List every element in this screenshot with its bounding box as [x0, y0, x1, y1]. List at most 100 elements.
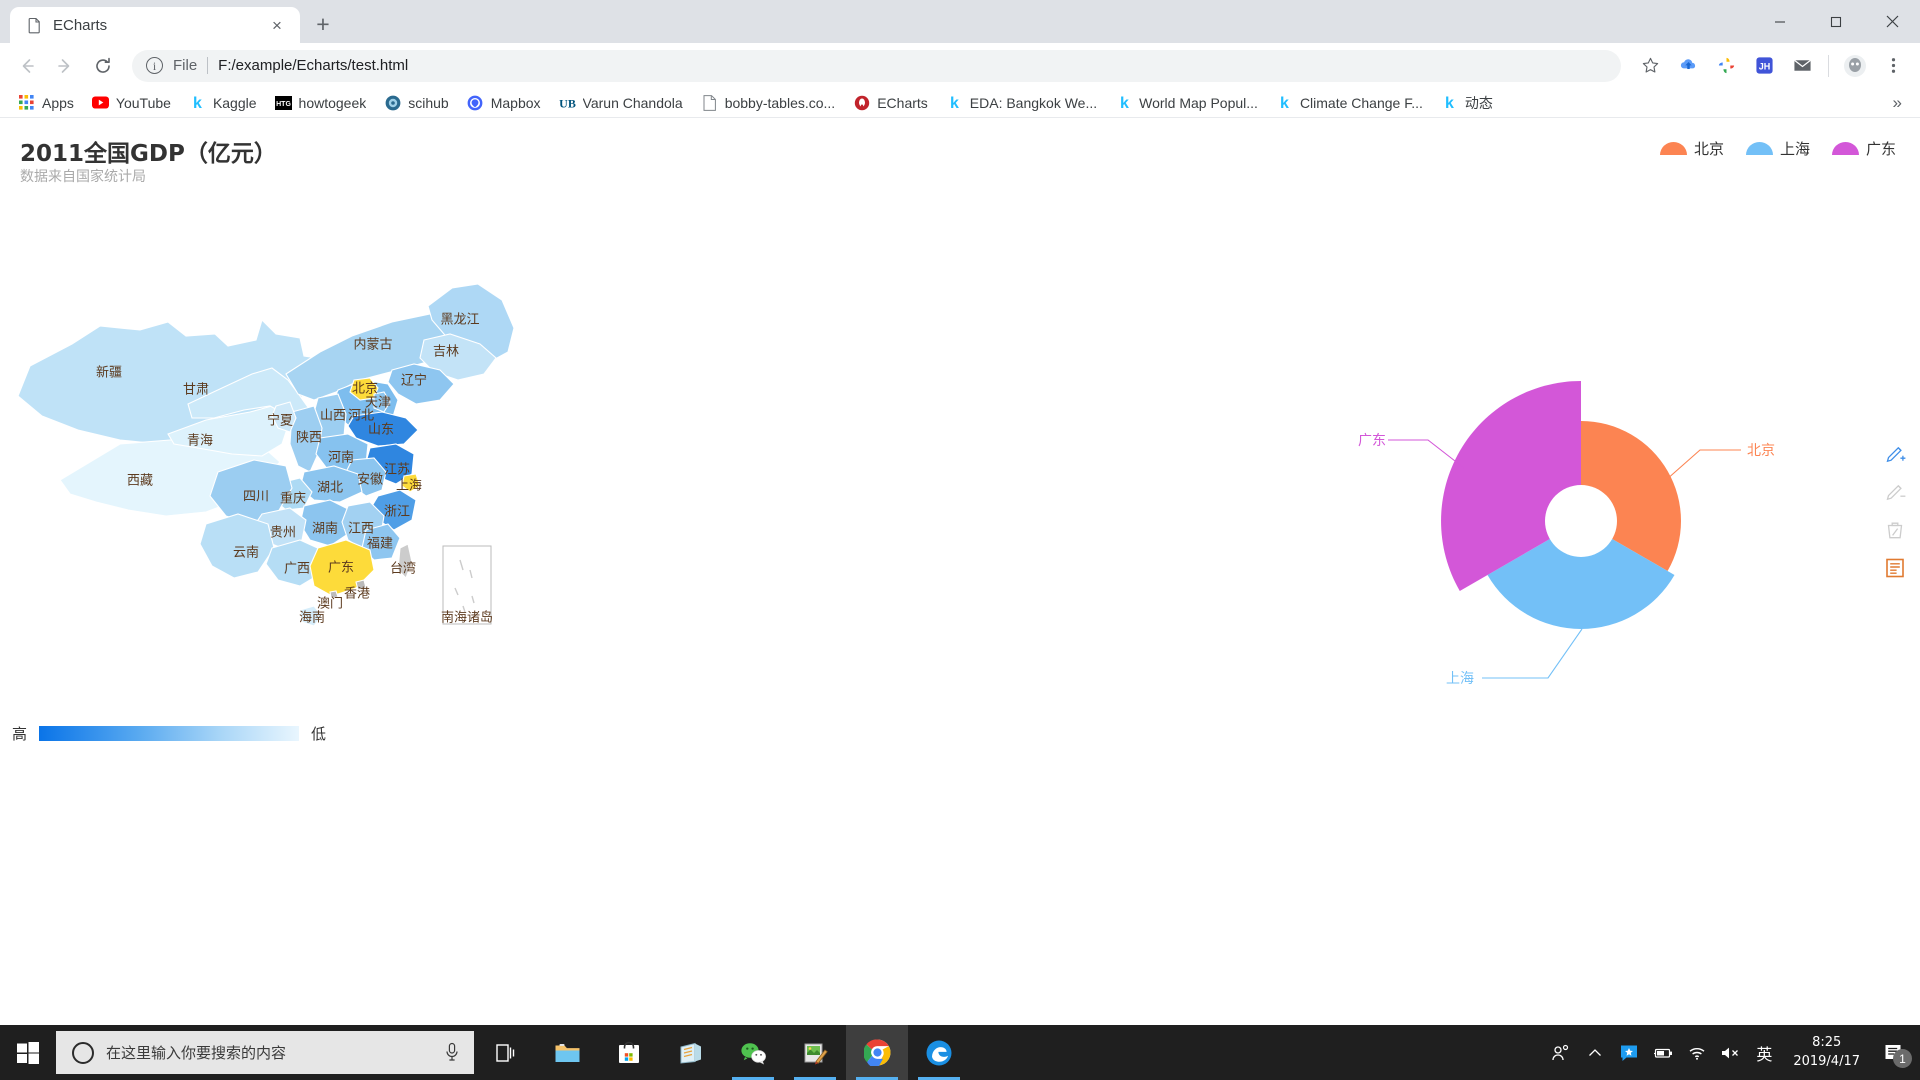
- bookmark-apps[interactable]: Apps: [10, 90, 82, 115]
- profile-avatar-icon[interactable]: [1838, 49, 1872, 83]
- chrome-menu-icon[interactable]: [1876, 49, 1910, 83]
- pie-leader-guangdong: [1388, 439, 1465, 469]
- clock[interactable]: 8:25 2019/4/17: [1781, 1034, 1872, 1072]
- desktop-screen: ECharts × + i File F:/example/Echarts/te…: [0, 0, 1920, 1080]
- page-subtitle: 数据来自国家统计局: [20, 169, 146, 185]
- browser-title-bar: ECharts × +: [0, 0, 1920, 43]
- bookmarks-overflow-button[interactable]: »: [1885, 93, 1910, 113]
- visual-map-legend[interactable]: 高 低: [12, 723, 326, 744]
- tab-echarts[interactable]: ECharts ×: [10, 7, 300, 43]
- bookmark-label: 动态: [1464, 94, 1493, 111]
- visualmap-gradient-bar[interactable]: [39, 726, 300, 741]
- bookmark-dongtai[interactable]: k 动态: [1433, 89, 1501, 117]
- sticky-notes-icon[interactable]: [660, 1025, 722, 1080]
- bookmark-youtube[interactable]: YouTube: [84, 90, 179, 115]
- bookmark-eda-bangkok[interactable]: k EDA: Bangkok We...: [938, 90, 1105, 115]
- region-yunnan[interactable]: [199, 513, 275, 579]
- region-hongkong[interactable]: [355, 579, 367, 591]
- google-photos-icon[interactable]: [1709, 49, 1743, 83]
- wifi-icon[interactable]: [1681, 1025, 1713, 1080]
- tab-strip: ECharts × +: [0, 0, 340, 43]
- edge-icon[interactable]: [908, 1025, 970, 1080]
- pie-slices: [1441, 381, 1681, 629]
- maximize-icon[interactable]: [1808, 0, 1864, 43]
- mark-remove-icon[interactable]: [1884, 481, 1906, 503]
- bookmark-mapbox[interactable]: Mapbox: [459, 90, 549, 115]
- volume-muted-icon[interactable]: [1715, 1025, 1747, 1080]
- pie-leader-beijing: [1665, 449, 1741, 481]
- microsoft-store-icon[interactable]: [598, 1025, 660, 1080]
- url-text: F:/example/Echarts/test.html: [218, 57, 409, 74]
- bookmark-scihub[interactable]: scihub: [376, 90, 456, 115]
- svg-text:k: k: [193, 95, 202, 111]
- tab-title: ECharts: [53, 16, 108, 34]
- windows-logo-icon[interactable]: [0, 1025, 56, 1080]
- kaggle-icon: k: [1441, 94, 1458, 111]
- star-icon[interactable]: [1633, 49, 1667, 83]
- bookmark-echarts[interactable]: ECharts: [845, 90, 936, 115]
- address-bar[interactable]: i File F:/example/Echarts/test.html: [132, 49, 1621, 82]
- legend-marker-icon: [1745, 142, 1773, 155]
- file-explorer-icon[interactable]: [536, 1025, 598, 1080]
- taskbar-apps: [474, 1025, 970, 1080]
- document-icon: [26, 17, 43, 34]
- jh-extension-icon[interactable]: JH: [1747, 49, 1781, 83]
- bookmark-label: scihub: [408, 94, 449, 111]
- browser-toolbar: i File F:/example/Echarts/test.html JH: [0, 43, 1920, 88]
- window-controls: [1752, 0, 1920, 43]
- messenger-icon[interactable]: [1613, 1025, 1645, 1080]
- bookmark-label: Apps: [42, 94, 74, 111]
- legend-item-shanghai[interactable]: 上海: [1745, 138, 1810, 159]
- minimize-icon[interactable]: [1752, 0, 1808, 43]
- forward-arrow-icon[interactable]: [48, 49, 82, 83]
- mark-add-icon[interactable]: [1884, 443, 1906, 465]
- battery-icon[interactable]: [1647, 1025, 1679, 1080]
- microphone-icon[interactable]: [444, 1042, 462, 1064]
- back-arrow-icon[interactable]: [10, 49, 44, 83]
- close-icon[interactable]: ×: [266, 14, 288, 36]
- paint-icon[interactable]: [784, 1025, 846, 1080]
- region-shanghai[interactable]: [401, 473, 421, 493]
- region-macau[interactable]: [329, 590, 339, 599]
- bookmark-varun-chandola[interactable]: UB Varun Chandola: [551, 90, 691, 115]
- region-taiwan[interactable]: [397, 543, 413, 579]
- pie-donut-hole: [1545, 485, 1617, 557]
- visualmap-high-label: 高: [12, 725, 28, 743]
- task-view-icon[interactable]: [474, 1025, 536, 1080]
- bookmarks-bar: Apps YouTube k Kaggle HTG howtogeek scih…: [0, 88, 1920, 118]
- china-map[interactable]: 新疆 甘肃 青海 西藏 宁夏 内蒙古 黑龙江 吉林 辽宁 北京 天津 山西 河北…: [0, 248, 660, 668]
- legend-label: 广东: [1865, 140, 1896, 158]
- legend-label: 上海: [1779, 140, 1810, 158]
- reload-icon[interactable]: [86, 49, 120, 83]
- new-tab-button[interactable]: +: [306, 7, 340, 41]
- search-input[interactable]: 在这里输入你要搜索的内容: [56, 1031, 474, 1074]
- bookmark-kaggle[interactable]: k Kaggle: [181, 90, 265, 115]
- south-sea-islands-inset[interactable]: [442, 545, 492, 625]
- legend-item-guangdong[interactable]: 广东: [1831, 138, 1896, 159]
- svg-text:k: k: [1445, 95, 1454, 111]
- show-hidden-icon[interactable]: [1579, 1025, 1611, 1080]
- bookmark-howtogeek[interactable]: HTG howtogeek: [267, 90, 375, 115]
- wechat-icon[interactable]: [722, 1025, 784, 1080]
- bookmark-climate-change[interactable]: k Climate Change F...: [1268, 90, 1431, 115]
- bookmark-label: World Map Popul...: [1139, 94, 1258, 111]
- people-icon[interactable]: [1545, 1025, 1577, 1080]
- legend-marker-icon: [1659, 142, 1687, 155]
- chrome-icon[interactable]: [846, 1025, 908, 1080]
- pie-chart[interactable]: 北京 上海 广东: [1358, 358, 1810, 738]
- close-icon[interactable]: [1864, 0, 1920, 43]
- drive-upload-icon[interactable]: [1671, 49, 1705, 83]
- notifications-icon[interactable]: 1: [1874, 1025, 1914, 1080]
- notification-count-badge: 1: [1893, 1049, 1912, 1068]
- svg-text:HTG: HTG: [276, 101, 291, 108]
- data-view-icon[interactable]: [1884, 557, 1906, 579]
- bookmark-bobby-tables[interactable]: bobby-tables.co...: [693, 90, 844, 115]
- mail-icon[interactable]: [1785, 49, 1819, 83]
- mark-clear-icon[interactable]: [1884, 519, 1906, 541]
- document-icon: [701, 94, 718, 111]
- region-hainan[interactable]: [299, 605, 323, 627]
- ime-indicator[interactable]: 英: [1749, 1025, 1779, 1080]
- bookmark-world-map-popul[interactable]: k World Map Popul...: [1107, 90, 1266, 115]
- info-icon[interactable]: i: [146, 57, 163, 74]
- legend-item-beijing[interactable]: 北京: [1659, 138, 1724, 159]
